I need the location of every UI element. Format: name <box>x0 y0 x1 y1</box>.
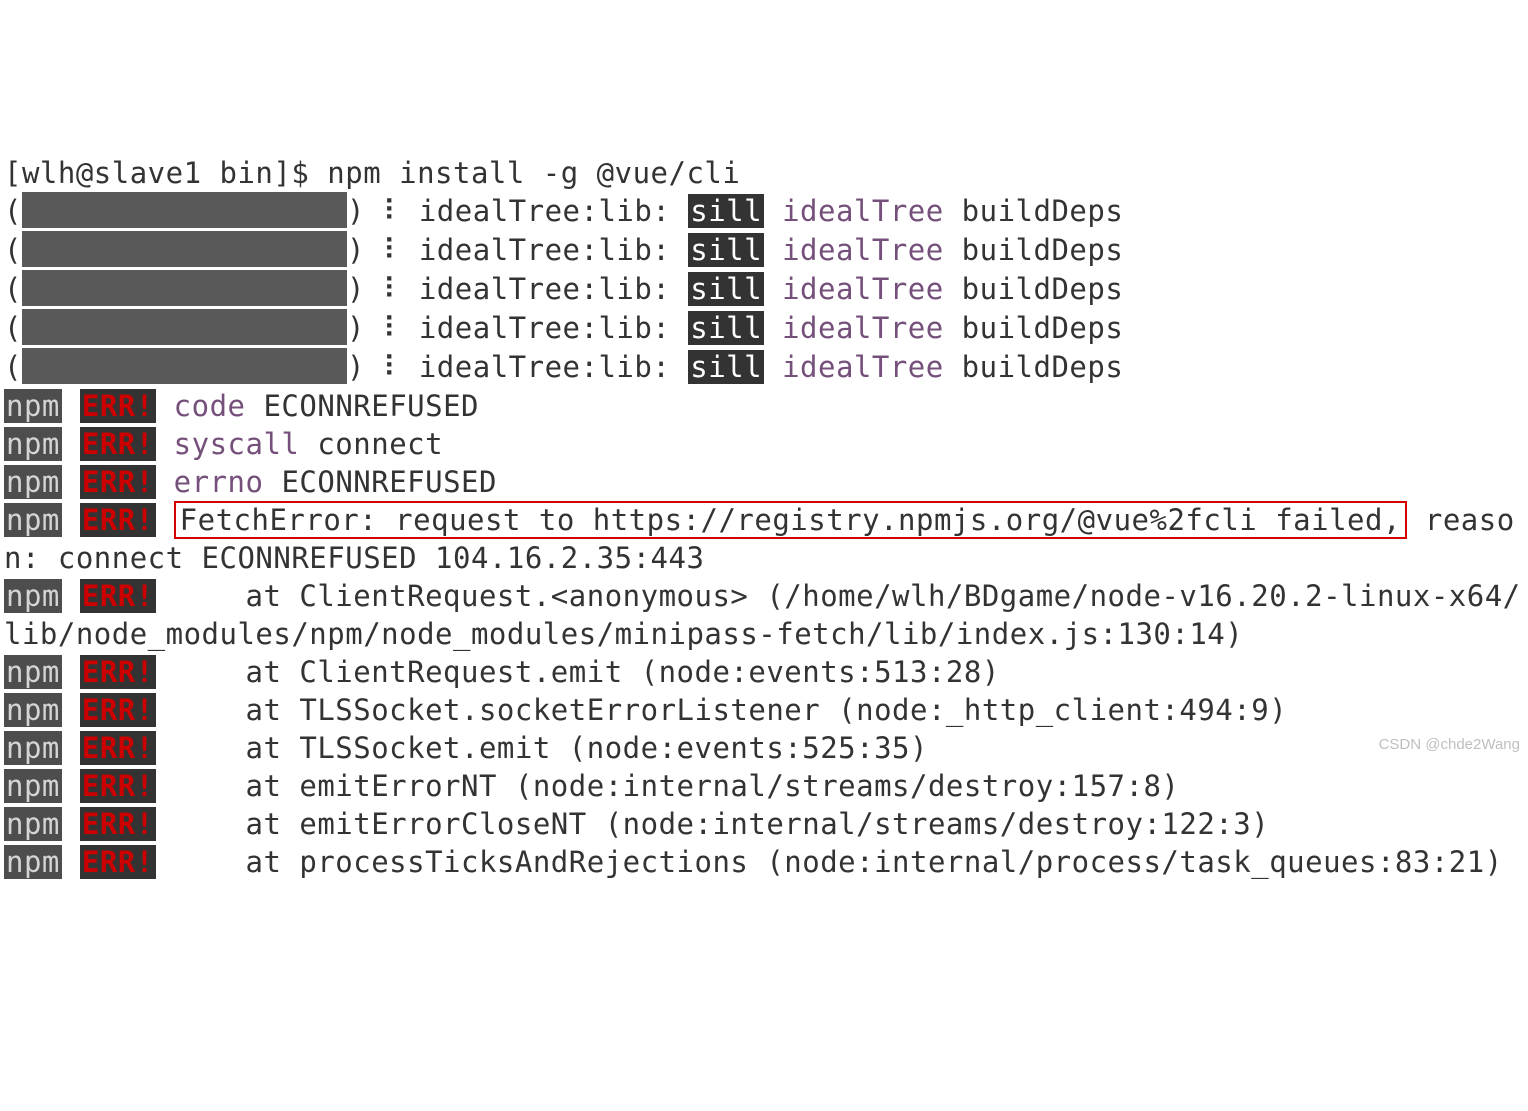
err-badge: ERR! <box>80 579 156 613</box>
err-badge: ERR! <box>80 427 156 461</box>
npm-error-line: npm ERR! code ECONNREFUSED <box>4 387 1524 425</box>
stack-line: npm ERR! at TLSSocket.socketErrorListene… <box>4 691 1524 729</box>
error-key: code <box>174 389 246 423</box>
error-key: syscall <box>174 427 300 461</box>
sill-badge: sill <box>688 350 764 384</box>
progress-line: () ⠇ idealTree:lib: sill idealTree build… <box>4 309 1524 348</box>
err-badge: ERR! <box>80 807 156 841</box>
redacted-block <box>22 348 347 384</box>
redacted-block <box>22 192 347 228</box>
progress-line: () ⠇ idealTree:lib: sill idealTree build… <box>4 270 1524 309</box>
typed-command: npm install -g @vue/cli <box>327 156 740 190</box>
sill-badge: sill <box>688 194 764 228</box>
npm-error-line: npm ERR! errno ECONNREFUSED <box>4 463 1524 501</box>
spinner-icon: ⠇ <box>383 309 401 347</box>
err-badge: ERR! <box>80 655 156 689</box>
idealtree-label: idealTree <box>782 350 944 384</box>
idealtree-label: idealTree <box>782 194 944 228</box>
command-line: [wlh@slave1 bin]$ npm install -g @vue/cl… <box>4 154 1524 192</box>
npm-badge: npm <box>4 693 62 727</box>
shell-prompt: [wlh@slave1 bin]$ <box>4 156 327 190</box>
npm-badge: npm <box>4 731 62 765</box>
npm-badge: npm <box>4 807 62 841</box>
stack-line: npm ERR! at ClientRequest.emit (node:eve… <box>4 653 1524 691</box>
fetch-error-highlight: FetchError: request to https://registry.… <box>174 501 1407 539</box>
sill-badge: sill <box>688 311 764 345</box>
idealtree-label: idealTree <box>782 233 944 267</box>
npm-badge: npm <box>4 427 62 461</box>
sill-badge: sill <box>688 272 764 306</box>
err-badge: ERR! <box>80 503 156 537</box>
npm-badge: npm <box>4 845 62 879</box>
progress-line: () ⠇ idealTree:lib: sill idealTree build… <box>4 231 1524 270</box>
err-badge: ERR! <box>80 389 156 423</box>
err-badge: ERR! <box>80 845 156 879</box>
progress-line: () ⠇ idealTree:lib: sill idealTree build… <box>4 348 1524 387</box>
spinner-icon: ⠇ <box>383 348 401 386</box>
npm-badge: npm <box>4 655 62 689</box>
stack-line: npm ERR! at ClientRequest.<anonymous> (/… <box>4 577 1524 653</box>
watermark: CSDN @chde2Wang <box>1379 726 1520 764</box>
progress-line: () ⠇ idealTree:lib: sill idealTree build… <box>4 192 1524 231</box>
npm-badge: npm <box>4 579 62 613</box>
spinner-icon: ⠇ <box>383 231 401 269</box>
fetch-error-line: npm ERR! FetchError: request to https://… <box>4 501 1524 577</box>
err-badge: ERR! <box>80 731 156 765</box>
npm-badge: npm <box>4 769 62 803</box>
sill-badge: sill <box>688 233 764 267</box>
err-badge: ERR! <box>80 693 156 727</box>
npm-badge: npm <box>4 465 62 499</box>
err-badge: ERR! <box>80 465 156 499</box>
npm-badge: npm <box>4 389 62 423</box>
redacted-block <box>22 270 347 306</box>
npm-error-line: npm ERR! syscall connect <box>4 425 1524 463</box>
err-badge: ERR! <box>80 769 156 803</box>
spinner-icon: ⠇ <box>383 270 401 308</box>
stack-line: npm ERR! at TLSSocket.emit (node:events:… <box>4 729 1524 767</box>
stack-line: npm ERR! at processTicksAndRejections (n… <box>4 843 1524 881</box>
idealtree-label: idealTree <box>782 272 944 306</box>
error-key: errno <box>174 465 264 499</box>
stack-line: npm ERR! at emitErrorCloseNT (node:inter… <box>4 805 1524 843</box>
redacted-block <box>22 231 347 267</box>
stack-line: npm ERR! at emitErrorNT (node:internal/s… <box>4 767 1524 805</box>
npm-badge: npm <box>4 503 62 537</box>
redacted-block <box>22 309 347 345</box>
spinner-icon: ⠇ <box>383 192 401 230</box>
idealtree-label: idealTree <box>782 311 944 345</box>
